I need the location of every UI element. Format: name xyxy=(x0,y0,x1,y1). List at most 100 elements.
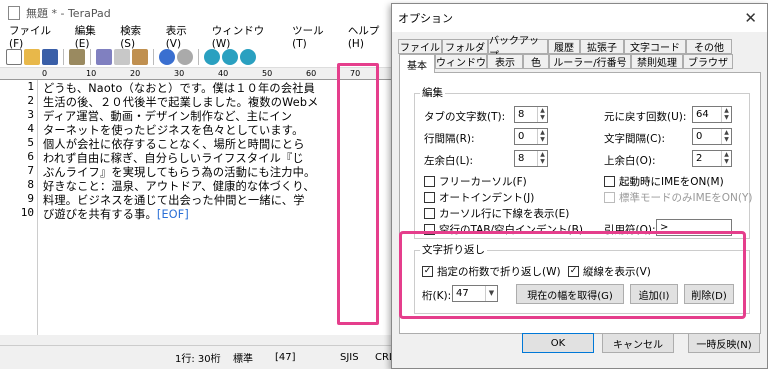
status-count: [47] xyxy=(275,352,296,363)
replace-icon[interactable] xyxy=(240,48,256,65)
undo-icon[interactable] xyxy=(159,48,175,65)
new-file-icon[interactable] xyxy=(6,48,22,65)
tab-width-label: タブの文字数(T): xyxy=(424,111,506,123)
tab-extension[interactable]: 拡張子 xyxy=(580,39,624,54)
tab-ruler-linenum[interactable]: ルーラー/行番号 xyxy=(549,54,631,69)
print-icon[interactable] xyxy=(69,48,85,65)
tab-backup[interactable]: バックアップ xyxy=(488,36,548,62)
tab-basic[interactable]: 基本 xyxy=(399,54,435,73)
undo-count-label: 元に戻す回数(U): xyxy=(604,111,687,123)
left-margin-spinner[interactable]: 8 ▲ ▼ xyxy=(514,150,548,167)
copy-icon[interactable] xyxy=(114,48,130,65)
tab-other[interactable]: その他 xyxy=(686,39,732,54)
ok-button[interactable]: OK xyxy=(522,333,594,353)
cut-icon[interactable] xyxy=(96,48,112,65)
line-number: 9 xyxy=(27,192,34,205)
line-spacing-spinner[interactable]: 0 ▲ ▼ xyxy=(514,128,548,145)
undo-count-spinner[interactable]: 64 ▲ ▼ xyxy=(692,106,732,123)
spin-arrows-icon[interactable]: ▲ ▼ xyxy=(537,151,547,166)
paste-icon[interactable] xyxy=(132,48,148,65)
highlight-wrap-column xyxy=(337,63,379,325)
status-position: 1行: 30桁 xyxy=(175,354,221,365)
tab-browser[interactable]: ブラウザ xyxy=(683,54,733,69)
line-number: 1 xyxy=(27,80,34,93)
save-icon[interactable] xyxy=(42,48,58,65)
spin-arrows-icon[interactable]: ▲ ▼ xyxy=(721,129,731,144)
tab-kinsoku[interactable]: 禁則処理 xyxy=(631,54,683,69)
free-cursor-checkbox[interactable] xyxy=(424,176,435,187)
redo-icon[interactable] xyxy=(177,48,193,65)
dialog-title: オプション xyxy=(398,12,453,25)
text-line: び遊びを共有する事。 xyxy=(43,208,157,221)
tab-history[interactable]: 履歴 xyxy=(548,39,580,54)
edit-group-label: 編集 xyxy=(420,85,445,100)
top-margin-label: 上余白(O): xyxy=(604,155,656,167)
tab-file[interactable]: ファイル xyxy=(398,39,442,54)
char-spacing-label: 文字間隔(C): xyxy=(604,133,666,145)
line-number: 10 xyxy=(20,206,34,219)
tab-folder[interactable]: フォルダ xyxy=(442,39,488,54)
spin-arrows-icon[interactable]: ▲ ▼ xyxy=(537,129,547,144)
free-cursor-label[interactable]: フリーカーソル(F) xyxy=(439,174,527,189)
line-spacing-label: 行間隔(R): xyxy=(424,133,475,145)
line-number: 5 xyxy=(27,136,34,149)
auto-indent-checkbox[interactable] xyxy=(424,192,435,203)
underline-cursor-checkbox[interactable] xyxy=(424,208,435,219)
line-number: 8 xyxy=(27,178,34,191)
toolbar-separator xyxy=(90,48,91,65)
dialog-title-bar: オプション ✕ xyxy=(392,4,767,32)
apply-button[interactable]: 一時反映(N) xyxy=(688,333,760,353)
tab-color[interactable]: 色 xyxy=(523,54,549,69)
ime-on-start-label[interactable]: 起動時にIMEをON(M) xyxy=(619,174,724,189)
line-number-gutter: 1 2 3 4 5 6 7 8 9 10 xyxy=(0,80,38,345)
left-margin-label: 左余白(L): xyxy=(424,155,474,167)
line-spacing-value: 0 xyxy=(518,131,525,142)
underline-cursor-label[interactable]: カーソル行に下線を表示(E) xyxy=(439,206,569,221)
char-spacing-spinner[interactable]: 0 ▲ ▼ xyxy=(692,128,732,145)
tab-window[interactable]: ウィンドウ xyxy=(435,54,487,69)
line-number: 2 xyxy=(27,94,34,107)
ime-standard-checkbox xyxy=(604,192,615,203)
tab-charcode[interactable]: 文字コード xyxy=(624,39,686,54)
spin-arrows-icon[interactable]: ▲ ▼ xyxy=(537,107,547,122)
top-margin-value: 2 xyxy=(696,153,703,164)
line-number: 4 xyxy=(27,122,34,135)
ruler-tick: 40 xyxy=(218,69,229,78)
ruler-tick: 30 xyxy=(174,69,185,78)
line-number: 3 xyxy=(27,108,34,121)
char-spacing-value: 0 xyxy=(696,131,703,142)
top-margin-spinner[interactable]: 2 ▲ ▼ xyxy=(692,150,732,167)
editor-title: 無題 * - TeraPad xyxy=(26,7,111,20)
undo-count-value: 64 xyxy=(696,109,709,120)
spin-arrows-icon[interactable]: ▲ ▼ xyxy=(721,107,731,122)
open-folder-icon[interactable] xyxy=(24,48,40,65)
toolbar-separator xyxy=(63,48,64,65)
highlight-wrap-group xyxy=(399,231,746,319)
ruler-tick: 20 xyxy=(130,69,141,78)
auto-indent-label[interactable]: オートインデント(J) xyxy=(439,190,534,205)
line-number: 6 xyxy=(27,150,34,163)
status-bar: 1行: 30桁 標準 [47] SJIS CRLF xyxy=(0,345,400,369)
editor-menu-bar: ファイル(F) 編集(E) 検索(S) 表示(V) ウィンドウ(W) ツール(T… xyxy=(0,25,400,50)
left-margin-value: 8 xyxy=(518,153,525,164)
tab-width-spinner[interactable]: 8 ▲ ▼ xyxy=(514,106,548,123)
search-next-icon[interactable] xyxy=(222,48,238,65)
horizontal-scrollbar[interactable] xyxy=(0,335,400,345)
status-mode: 標準 xyxy=(233,354,253,365)
text-line-last: び遊びを共有する事。[EOF] xyxy=(43,206,189,222)
app-icon xyxy=(8,6,20,20)
ime-standard-label: 標準モードのみIMEをON(Y) xyxy=(619,192,753,204)
ruler-tick: 10 xyxy=(86,69,97,78)
spin-arrows-icon[interactable]: ▲ ▼ xyxy=(721,151,731,166)
search-icon[interactable] xyxy=(204,48,220,65)
ime-on-start-checkbox[interactable] xyxy=(604,176,615,187)
status-encoding: SJIS xyxy=(340,352,359,363)
cancel-button[interactable]: キャンセル xyxy=(602,333,674,353)
ruler-tick: 0 xyxy=(42,69,48,78)
toolbar-separator xyxy=(198,48,199,65)
line-number: 7 xyxy=(27,164,34,177)
close-icon[interactable]: ✕ xyxy=(744,9,757,27)
toolbar-separator xyxy=(153,48,154,65)
tab-width-value: 8 xyxy=(518,109,525,120)
tab-display[interactable]: 表示 xyxy=(487,54,523,69)
